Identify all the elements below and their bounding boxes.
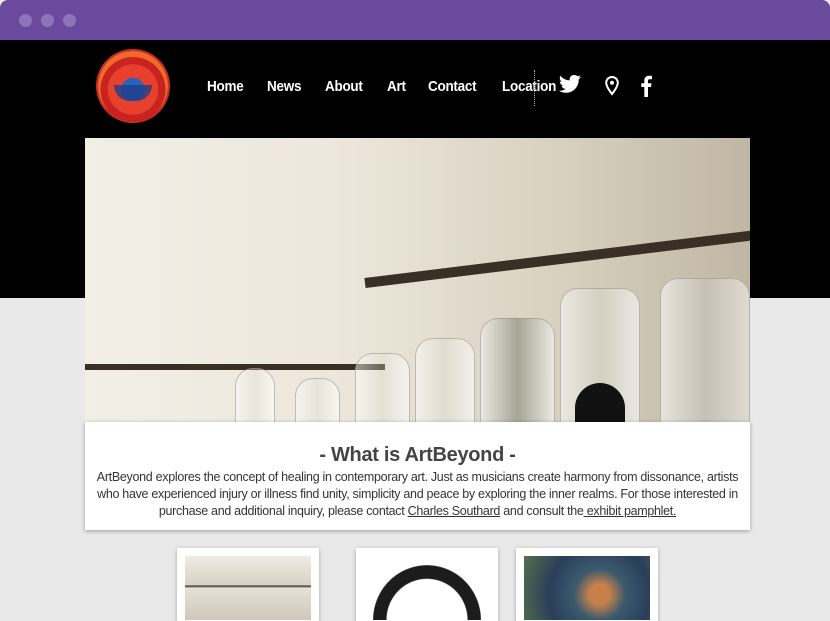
hero-bottle <box>480 318 555 422</box>
hero-bottle <box>295 378 340 422</box>
nav-art[interactable]: Art <box>387 78 406 95</box>
about-panel: - What is ArtBeyond - ArtBeyond explores… <box>85 422 750 530</box>
window-minimize-button[interactable] <box>41 14 54 27</box>
nav-location[interactable]: Location <box>502 78 556 95</box>
nav-news[interactable]: News <box>267 78 301 95</box>
hero-bottle <box>660 278 750 422</box>
gallery-thumbnail[interactable] <box>177 548 319 621</box>
thumbnail-image <box>364 556 490 620</box>
section-heading: - What is ArtBeyond - <box>319 444 516 466</box>
thumbnail-image <box>185 556 311 620</box>
nav-contact[interactable]: Contact <box>428 78 477 95</box>
facebook-icon[interactable] <box>640 75 652 102</box>
hero-bottle <box>415 338 475 422</box>
pamphlet-link[interactable]: exhibit pamphlet. <box>584 504 677 518</box>
hero-shelf <box>85 364 385 370</box>
location-pin-icon[interactable] <box>604 75 620 101</box>
nav-about[interactable]: About <box>325 78 363 95</box>
section-body: ArtBeyond explores the concept of healin… <box>85 469 750 520</box>
browser-titlebar <box>0 0 830 40</box>
nav-home[interactable]: Home <box>207 78 244 95</box>
hero-bottle <box>235 368 275 422</box>
twitter-icon[interactable] <box>558 74 582 101</box>
main-nav: Home News About Art Contact Location <box>207 78 582 95</box>
gallery-thumbnail[interactable] <box>516 548 658 621</box>
nav-divider <box>534 70 535 106</box>
artbeyond-logo[interactable] <box>98 51 168 121</box>
window-maximize-button[interactable] <box>63 14 76 27</box>
hero-image <box>85 138 750 422</box>
hero-bottle <box>355 353 410 422</box>
contact-link[interactable]: Charles Southard <box>408 504 501 518</box>
thumbnail-image <box>524 556 650 620</box>
body-text: and consult the <box>500 504 584 518</box>
gallery-thumbnail[interactable] <box>356 548 498 621</box>
window-close-button[interactable] <box>19 14 32 27</box>
